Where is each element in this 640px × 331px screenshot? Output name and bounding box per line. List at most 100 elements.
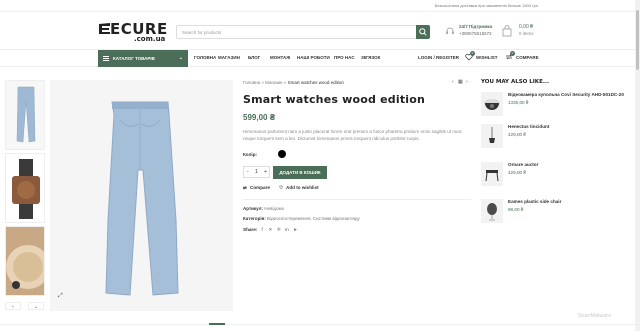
dome-camera-image [481, 92, 503, 116]
related-item-name[interactable]: Henectus tincidunt [508, 124, 549, 129]
sku-value: Невідомо [264, 206, 285, 211]
thumbnail-next-arrow-icon[interactable]: ⌄ [28, 302, 44, 310]
nav-item-home[interactable]: ГОЛОВНА [194, 55, 216, 60]
header-cart[interactable]: 0,00 ₴ 0 items [502, 24, 542, 40]
color-label: Колір: [243, 152, 258, 157]
related-item-name[interactable]: Ornare auctor [508, 162, 538, 167]
divider [243, 199, 471, 200]
add-to-wishlist-button[interactable]: Add to wishlist [286, 185, 319, 190]
top-bar: Безкоштовна доставка при замовленні біль… [0, 0, 640, 12]
related-item-price: 429,00 ₴ [508, 132, 526, 137]
share-row: Share: f ✕ ℗ in ➤ [243, 227, 299, 233]
support-phone[interactable]: +380675515572 [459, 31, 492, 36]
category-row: Категорія: Відеоспостереження, Системи в… [243, 216, 360, 221]
nav-item-about[interactable]: ПРО НАС [334, 55, 355, 60]
related-heading: YOU MAY ALSO LIKE... [481, 79, 550, 85]
grid-icon[interactable]: ▦ [458, 79, 463, 85]
tabs-divider [0, 324, 640, 325]
quantity-stepper: - 1 + [243, 166, 270, 178]
categories-label: КАТАЛОГ ТОВАРІВ [113, 56, 155, 61]
qty-plus-button[interactable]: + [264, 169, 267, 175]
related-item[interactable]: Відеокамера купольна Covi Security AHD-5… [481, 92, 633, 122]
thumbnail-watch-face[interactable] [5, 226, 45, 296]
product-navigation: ‹ ▦ › [452, 79, 472, 87]
related-item[interactable]: Ornare auctor 429,00 ₴ [481, 162, 633, 192]
breadcrumb-shop[interactable]: Магазин [265, 80, 282, 85]
menu-icon [103, 56, 109, 61]
login-register-link[interactable]: LOGIN / REGISTER [418, 55, 459, 60]
search-icon [419, 28, 427, 36]
related-item[interactable]: Eames plastic side chair 99,00 ₴ [481, 199, 633, 229]
jeans-product-image [105, 101, 179, 296]
x-twitter-icon[interactable]: ✕ [267, 227, 274, 233]
sku-label: Артикул: [243, 206, 263, 211]
thumbnail-prev-arrow-icon[interactable]: ‹ [5, 302, 21, 310]
headset-icon [446, 27, 454, 34]
scrollbar-thumb[interactable] [636, 10, 639, 70]
site-logo[interactable]: ECURE .com.ua [98, 20, 167, 45]
main-navigation: КАТАЛОГ ТОВАРІВ ⌄ ГОЛОВНА МАГАЗИН БЛОГ М… [0, 49, 640, 67]
next-product-arrow-icon[interactable]: › [466, 79, 468, 85]
jeans-thumbnail-image [16, 86, 36, 143]
qty-value[interactable]: 1 [255, 169, 258, 175]
compare-label: COMPARE [516, 55, 539, 60]
expand-image-icon[interactable]: ⤢ [58, 293, 63, 300]
breadcrumb-current: Smart watches wood edition [287, 80, 344, 85]
page-scrollbar[interactable] [635, 0, 640, 331]
breadcrumb-separator: » [261, 80, 264, 85]
add-to-cart-button[interactable]: ДОДАТИ В КОШИК [273, 166, 327, 179]
support-title: 24/7 Підтримка [459, 24, 493, 29]
prev-product-arrow-icon[interactable]: ‹ [452, 79, 454, 85]
pinterest-icon[interactable]: ℗ [275, 227, 282, 232]
search-button[interactable] [416, 25, 430, 39]
cart-item-count: 0 items [519, 31, 534, 36]
nav-item-contact[interactable]: ЗВ'ЯЗОК [361, 55, 380, 60]
logo-domain: .com.ua [134, 35, 166, 43]
thumbnail-jeans[interactable] [5, 80, 45, 150]
heart-icon: ♡ [279, 185, 284, 190]
side-table-image [481, 162, 503, 186]
related-item-name[interactable]: Відеокамера купольна Covi Security AHD-5… [508, 92, 624, 97]
plastic-chair-image [481, 199, 503, 223]
lamp-image [481, 124, 503, 148]
sku-row: Артикул: Невідомо [243, 206, 284, 211]
nav-item-installation[interactable]: МОНТАЖ [270, 55, 290, 60]
watch-thumbnail-image [12, 159, 40, 219]
main-product-image[interactable]: ⤢ [50, 80, 233, 311]
compare-link[interactable]: 0 COMPARE [505, 51, 541, 63]
active-tab-indicator [209, 323, 225, 325]
compare-arrows-icon: ⇄ [243, 185, 247, 190]
shipping-note: Безкоштовна доставка при замовленні біль… [434, 3, 538, 8]
linkedin-icon[interactable]: in [283, 227, 290, 232]
support-block[interactable]: 24/7 Підтримка +380675515572 [445, 24, 503, 40]
breadcrumb: Головна » Магазин » Smart watches wood e… [243, 80, 344, 85]
color-swatch-black[interactable] [278, 150, 286, 158]
nav-item-blog[interactable]: БЛОГ [248, 55, 260, 60]
wishlist-label: WISHLIST [476, 55, 498, 60]
thumbnail-watch-side[interactable] [5, 153, 45, 223]
share-label: Share: [243, 227, 258, 232]
related-item-price: 429,00 ₴ [508, 170, 526, 175]
qty-minus-button[interactable]: - [247, 169, 249, 175]
nav-item-our-works[interactable]: НАШІ РОБОТИ [297, 55, 330, 60]
breadcrumb-home[interactable]: Головна [243, 80, 260, 85]
nav-item-shop[interactable]: МАГАЗИН [218, 55, 240, 60]
categories-button[interactable]: КАТАЛОГ ТОВАРІВ ⌄ [98, 50, 188, 67]
product-title: Smart watches wood edition [243, 93, 426, 106]
product-description: Himenaeos parturient nam a justo placera… [243, 129, 463, 141]
watch-face-thumbnail-image [6, 245, 44, 289]
compare-button[interactable]: Compare [250, 185, 270, 190]
compare-count-badge: 0 [510, 51, 515, 56]
thumbnail-nav: ‹ ⌄ [5, 302, 45, 310]
category-value[interactable]: Відеоспостереження, Системи відеонагляду [267, 216, 360, 221]
telegram-icon[interactable]: ➤ [292, 227, 299, 233]
related-item[interactable]: Henectus tincidunt 429,00 ₴ [481, 124, 633, 154]
related-item-price: 99,00 ₴ [508, 207, 524, 212]
category-label: Категорія: [243, 216, 266, 221]
wishlist-link[interactable]: 0 WISHLIST [465, 51, 499, 63]
related-item-name[interactable]: Eames plastic side chair [508, 199, 561, 204]
shopping-bag-icon [502, 25, 512, 37]
product-thumbnails [5, 80, 45, 312]
search-input[interactable] [177, 26, 417, 38]
facebook-icon[interactable]: f [259, 227, 266, 232]
